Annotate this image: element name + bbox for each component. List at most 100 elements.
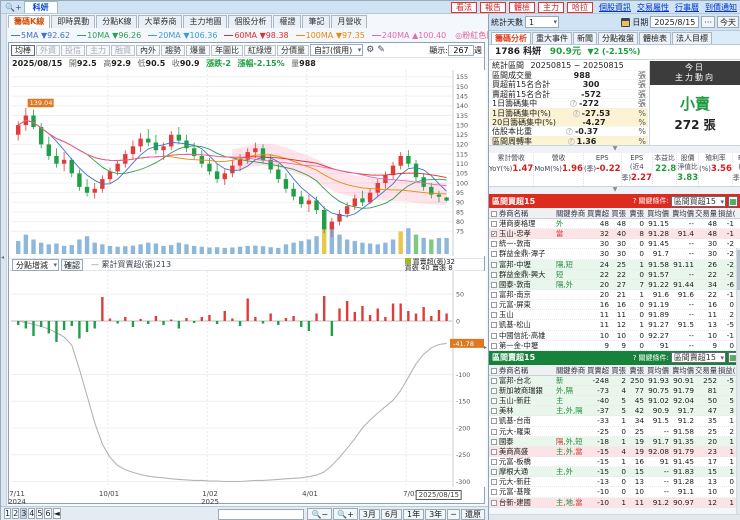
table-row[interactable]: 玉山-新莊 主 -40 5 45 91.02 92.04 50 5: [489, 396, 740, 407]
row-checkbox[interactable]: [489, 300, 499, 309]
top-button-體檢[interactable]: 體檢: [509, 1, 535, 13]
chip-爆量[interactable]: 爆量: [186, 44, 210, 56]
chip-年圖比[interactable]: 年圖比: [211, 44, 243, 56]
table-row[interactable]: 摩根大通 主,外 -15 0 15 -- 91.83 15 1: [489, 467, 740, 478]
chip-均棒[interactable]: 均棒: [11, 44, 35, 56]
table-row[interactable]: 新加坡商瑞銀 外,隔 -73 4 77 90.75 91.79 81 7: [489, 385, 740, 397]
col-header[interactable]: 買張: [610, 208, 627, 218]
table-row[interactable]: 玉山 11 11 0 91.89 -- 11 2: [489, 310, 740, 321]
table-row[interactable]: 統一-敦南 30 30 0 91.45 -- 30 -2: [489, 239, 740, 250]
top-button-報告[interactable]: 報告: [480, 1, 506, 13]
col-header[interactable]: 交易量: [695, 365, 718, 375]
table-row[interactable]: 元富-屏東 16 16 0 91.19 -- 16 0: [489, 300, 740, 311]
table-row[interactable]: 凱基-台南 -33 1 34 91.5 91.2 35 1: [489, 416, 740, 427]
chip-外資[interactable]: 外資: [36, 44, 60, 56]
chip-趨勢[interactable]: 趨勢: [161, 44, 185, 56]
row-checkbox[interactable]: [489, 406, 499, 415]
chip-投信[interactable]: 投信: [61, 44, 85, 56]
gear-icon[interactable]: ⚙: [366, 45, 374, 55]
panel-tab-法人目標[interactable]: 法人目標: [672, 32, 712, 44]
collapse-stats-icon[interactable]: ▼: [489, 146, 740, 153]
col-header[interactable]: 買均價: [645, 208, 670, 218]
col-header[interactable]: 損益(萬): [718, 208, 735, 218]
range-button-6月[interactable]: 6月: [380, 508, 402, 520]
table-row[interactable]: 元富-板橋 -15 1 16 91 91.45 17 1: [489, 457, 740, 468]
tab-個股分析[interactable]: 個股分析: [228, 15, 273, 28]
range-button-─[interactable]: ─: [447, 508, 460, 520]
page-button-4[interactable]: 4: [28, 508, 36, 519]
row-checkbox[interactable]: [489, 260, 499, 269]
vertical-scrollbar[interactable]: [736, 248, 740, 514]
col-header[interactable]: 交易量: [695, 208, 718, 218]
chip-紅綠燈[interactable]: 紅綠燈: [244, 44, 276, 56]
tab-月營收[interactable]: 月營收: [331, 15, 368, 28]
col-header[interactable]: 關鍵券商: [556, 365, 586, 375]
table-row[interactable]: 中國信託-高雄 10 10 0 92.27 -- 10 -1: [489, 331, 740, 341]
range-button-1年[interactable]: 1年: [402, 508, 425, 520]
tab-分點K線[interactable]: 分點K線: [96, 15, 138, 28]
col-header[interactable]: 賣均價: [670, 365, 695, 375]
horizontal-scrollbar[interactable]: [489, 514, 740, 520]
stock-search-tab[interactable]: 科妍: [23, 1, 58, 13]
chip-融資[interactable]: 融資: [111, 44, 135, 56]
table-row[interactable]: ✓ 玉山-忠孝 當 32 40 8 91.28 91.4 48 -1: [489, 229, 740, 240]
table-row[interactable]: 國泰 隔,外,短 -18 1 19 91.7 91.35 20 1: [489, 436, 740, 447]
row-checkbox[interactable]: [489, 396, 499, 405]
range-button-還原[interactable]: 還原: [461, 508, 485, 520]
row-checkbox[interactable]: [489, 437, 499, 446]
collapse-funds-icon[interactable]: ▼: [489, 187, 740, 194]
row-checkbox[interactable]: [489, 487, 499, 496]
range-button-3年[interactable]: 3年: [425, 508, 447, 520]
col-header[interactable]: 賣張: [627, 208, 645, 218]
table-row[interactable]: 元大-羅東 -25 0 25 -- 91.58 25 2: [489, 427, 740, 437]
chip-內外[interactable]: 內外: [136, 44, 160, 56]
select-all-checkbox[interactable]: [489, 208, 499, 218]
range-input[interactable]: [218, 508, 305, 520]
page-button-3[interactable]: 3: [20, 508, 28, 519]
select-all-checkbox[interactable]: [489, 365, 499, 375]
tab-大單券商[interactable]: 大單券商: [138, 15, 183, 28]
row-checkbox[interactable]: [489, 331, 499, 340]
row-checkbox[interactable]: [489, 457, 499, 466]
help-icon[interactable]: ?: [570, 100, 578, 108]
help-icon[interactable]: ?: [572, 109, 580, 117]
col-header[interactable]: 券商名稱: [499, 365, 556, 375]
page-button-◄[interactable]: ◄: [52, 508, 61, 519]
table-row[interactable]: 群益金鼎-潭子 30 30 0 91.7 -- 30 -2: [489, 249, 740, 260]
help-icon[interactable]: ?: [567, 137, 575, 145]
row-checkbox[interactable]: [489, 341, 499, 350]
row-checkbox[interactable]: ✓: [489, 229, 499, 238]
tab-權證[interactable]: 權證: [273, 15, 302, 28]
row-checkbox[interactable]: [489, 416, 499, 425]
tab-主力地圖[interactable]: 主力地圖: [183, 15, 228, 28]
overlay-select[interactable]: 自訂(慣用): [310, 44, 364, 56]
row-checkbox[interactable]: [489, 447, 499, 456]
panel-tab-新聞[interactable]: 新聞: [573, 32, 597, 44]
range-button-3月[interactable]: 3月: [358, 508, 380, 520]
table-row[interactable]: 元富-基隆 -10 0 10 -- 91.1 10 0: [489, 487, 740, 498]
panel-tab-分點複盤[interactable]: 分點複盤: [598, 32, 638, 44]
branch-metric-select[interactable]: 分點增減: [12, 258, 59, 271]
table-row[interactable]: 港商麥格理 外 48 48 0 91.15 -- 48 -1: [489, 219, 740, 230]
table-row[interactable]: 元大-新莊 -13 0 13 -- 91.28 13 0: [489, 477, 740, 488]
row-checkbox[interactable]: [489, 386, 499, 395]
zoom-in-button[interactable]: 🔍+: [333, 508, 358, 520]
top-button-看法[interactable]: 看法: [451, 1, 477, 13]
top-link-行事曆[interactable]: 行事曆: [675, 3, 699, 12]
top-button-主力[interactable]: 主力: [538, 1, 564, 13]
row-checkbox[interactable]: [489, 239, 499, 248]
panel-handle-icon[interactable]: ▸: [484, 344, 487, 351]
page-button-2[interactable]: 2: [12, 508, 20, 519]
help-icon[interactable]: ?: [633, 354, 637, 362]
col-header[interactable]: 賣均價: [670, 208, 695, 218]
tab-即時異動[interactable]: 即時異動: [51, 15, 96, 28]
chip-主力[interactable]: 主力: [86, 44, 110, 56]
help-icon[interactable]: ?: [565, 128, 573, 136]
confirm-button[interactable]: 確認: [61, 258, 83, 271]
top-link-個股資訊[interactable]: 個股資訊: [599, 3, 631, 12]
search-icon[interactable]: 🔍+: [5, 3, 22, 12]
page-button-1[interactable]: 1: [4, 508, 12, 519]
candlestick-chart[interactable]: 155 150 145 140 135 130 125 120 115 110 105 100 95 90…: [9, 70, 486, 258]
col-header[interactable]: 買均價: [645, 365, 670, 375]
pencil-icon[interactable]: ✎: [377, 45, 385, 55]
